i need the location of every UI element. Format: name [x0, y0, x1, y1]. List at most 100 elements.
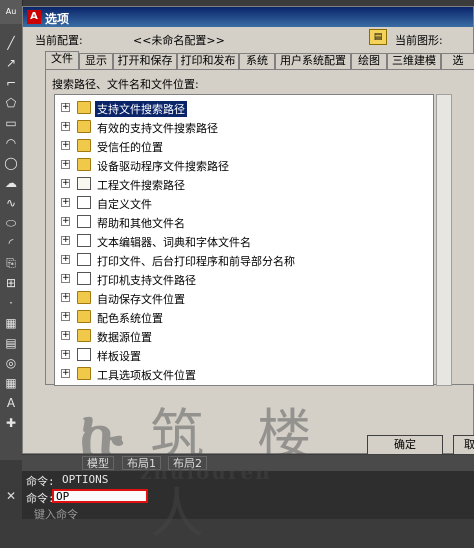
tree-item[interactable]: + 支持文件搜索路径 [55, 99, 433, 117]
expand-icon[interactable]: + [61, 312, 70, 321]
folder-icon [77, 310, 91, 323]
tab-selection[interactable]: 选 [441, 53, 474, 69]
tree-item[interactable]: + 设备驱动程序文件搜索路径 [55, 156, 433, 174]
expand-icon[interactable]: + [61, 160, 70, 169]
autocad-logo-icon: A [27, 10, 41, 24]
multiline-text-icon[interactable]: A [2, 394, 20, 412]
revision-cloud-icon[interactable]: ☁ [2, 174, 20, 192]
region-icon[interactable]: ◎ [2, 354, 20, 372]
expand-icon[interactable]: + [61, 274, 70, 283]
search-path-tree[interactable]: + 支持文件搜索路径 + 有效的支持文件搜索路径 + 受信任的位置 + 设备驱动程序文件搜索路… [54, 94, 434, 386]
make-block-icon[interactable]: ⊞ [2, 274, 20, 292]
folder-icon [77, 367, 91, 380]
tab-system[interactable]: 系统 [239, 53, 275, 69]
app-badge: Au [0, 0, 22, 24]
expand-icon[interactable]: + [61, 369, 70, 378]
tree-vertical-scrollbar[interactable] [436, 94, 452, 386]
expand-icon[interactable]: + [61, 122, 70, 131]
tree-item-label: 设备驱动程序文件搜索路径 [97, 160, 229, 173]
command-close-icon[interactable]: ✕ [0, 488, 22, 519]
tree-item[interactable]: + 配色系统位置 [55, 308, 433, 326]
expand-icon[interactable]: + [61, 198, 70, 207]
folder-icon [77, 158, 91, 171]
tree-heading: 搜索路径、文件名和文件位置: [52, 78, 199, 91]
tree-item[interactable]: + 打印机支持文件路径 [55, 270, 433, 288]
tree-item[interactable]: + 受信任的位置 [55, 137, 433, 155]
folder-icon [77, 329, 91, 342]
tree-item[interactable]: + 自动保存文件位置 [55, 289, 433, 307]
tree-item[interactable]: + 帮助和其他文件名 [55, 213, 433, 231]
expand-icon[interactable]: + [61, 350, 70, 359]
expand-icon[interactable]: + [61, 236, 70, 245]
command-placeholder: 键入命令 [34, 508, 78, 521]
gradient-icon[interactable]: ▤ [2, 334, 20, 352]
dialog-titlebar[interactable]: A 选项 [23, 7, 473, 27]
construction-line-icon[interactable]: ↗ [2, 54, 20, 72]
expand-icon[interactable]: + [61, 103, 70, 112]
tree-item[interactable]: + 自定义文件 [55, 194, 433, 212]
expand-icon[interactable]: + [61, 331, 70, 340]
polyline-icon[interactable]: ⌐ [2, 74, 20, 92]
dialog-title: 选项 [45, 12, 70, 26]
tab-3d-modeling[interactable]: 三维建模 [387, 53, 441, 69]
tree-item[interactable]: + 样板设置 [55, 346, 433, 364]
tree-item-label: 工具选项板文件位置 [97, 369, 196, 382]
insert-block-icon[interactable]: ⎘ [2, 254, 20, 272]
expand-icon[interactable]: + [61, 217, 70, 226]
expand-icon[interactable]: + [61, 179, 70, 188]
tree-item[interactable]: + 打印文件、后台打印程序和前导部分名称 [55, 251, 433, 269]
tab-plot-publish[interactable]: 打印和发布 [177, 53, 239, 69]
arc-icon[interactable]: ◠ [2, 134, 20, 152]
circle-icon[interactable]: ◯ [2, 154, 20, 172]
tab-drafting[interactable]: 绘图 [351, 53, 387, 69]
line-tool-icon[interactable]: ╱ [2, 34, 20, 52]
hatch-icon[interactable]: ▦ [2, 314, 20, 332]
tree-item-label: 数据源位置 [97, 331, 152, 344]
tab-model[interactable]: 模型 [82, 456, 114, 470]
ellipse-arc-icon[interactable]: ◜ [2, 234, 20, 252]
options-dialog: A 选项 当前配置: <<未命名配置>> ▤ 当前图形: 文件 显示 打开和保存… [22, 6, 474, 455]
add-selected-icon[interactable]: ✚ [2, 414, 20, 432]
file-icon [77, 215, 91, 228]
command-history-prefix: 命令: [26, 475, 55, 488]
spline-icon[interactable]: ∿ [2, 194, 20, 212]
command-input-value: OP [56, 490, 70, 503]
ellipse-icon[interactable]: ⬭ [2, 214, 20, 232]
tree-item[interactable]: + 数据源位置 [55, 327, 433, 345]
tree-item-label: 自定义文件 [97, 198, 152, 211]
tab-files[interactable]: 文件 [45, 51, 79, 69]
table-icon[interactable]: ▦ [2, 374, 20, 392]
folder-icon [77, 291, 91, 304]
tree-item-label: 受信任的位置 [97, 141, 163, 154]
tab-display[interactable]: 显示 [79, 53, 113, 69]
tree-item[interactable]: + 文本编辑器、词典和字体文件名 [55, 232, 433, 250]
folder-icon [77, 101, 91, 114]
command-input[interactable]: OP [52, 489, 148, 503]
tree-item-label: 打印机支持文件路径 [97, 274, 196, 287]
file-icon [77, 253, 91, 266]
expand-icon[interactable]: + [61, 293, 70, 302]
point-icon[interactable]: · [2, 294, 20, 312]
tab-layout2[interactable]: 布局2 [168, 456, 207, 470]
expand-icon[interactable]: + [61, 255, 70, 264]
tab-layout1[interactable]: 布局1 [122, 456, 161, 470]
tree-item-label: 打印文件、后台打印程序和前导部分名称 [97, 255, 295, 268]
tree-item-label: 工程文件搜索路径 [97, 179, 185, 192]
tree-item[interactable]: + 工具选项板文件位置 [55, 365, 433, 383]
options-tabs: 文件 显示 打开和保存 打印和发布 系统 用户系统配置 绘图 三维建模 选 [45, 51, 474, 69]
rectangle-icon[interactable]: ▭ [2, 114, 20, 132]
tree-item[interactable]: +编写选项板文件位置 [55, 384, 433, 385]
tree-item[interactable]: + 工程文件搜索路径 [55, 175, 433, 193]
tree-item-label: 文本编辑器、词典和字体文件名 [97, 236, 251, 249]
expand-icon[interactable]: + [61, 141, 70, 150]
layout-tab-bar: 模型 布局1 布局2 [22, 455, 474, 471]
command-history-text: OPTIONS [62, 473, 109, 486]
tree-item[interactable]: + 有效的支持文件搜索路径 [55, 118, 433, 136]
tab-open-save[interactable]: 打开和保存 [113, 53, 177, 69]
tab-user-preferences[interactable]: 用户系统配置 [275, 53, 351, 69]
tree-item-label: 配色系统位置 [97, 312, 163, 325]
ok-button[interactable]: 确定 [367, 435, 443, 455]
tree-item-label: 支持文件搜索路径 [95, 101, 187, 117]
polygon-icon[interactable]: ⬠ [2, 94, 20, 112]
cancel-button[interactable]: 取消 [453, 435, 474, 455]
